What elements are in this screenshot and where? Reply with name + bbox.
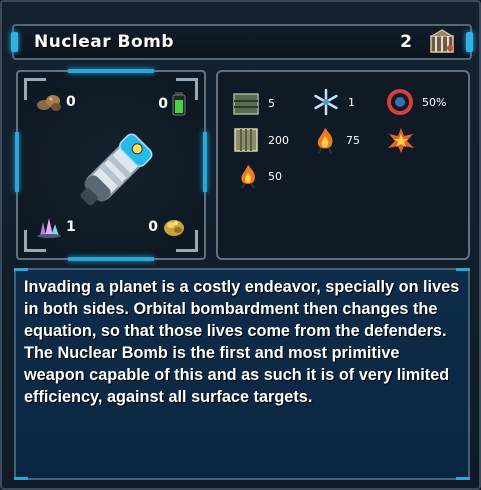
stats-panel: 5 1 50% 200 75 50 bbox=[216, 70, 470, 260]
item-description-text: Invading a planet is a costly endeavor, … bbox=[24, 278, 460, 406]
title-bar: Nuclear Bomb 2 bbox=[11, 24, 473, 60]
resource-gold: 0 bbox=[148, 216, 186, 238]
stat-capacity-value: 200 bbox=[268, 133, 289, 147]
resource-gold-value: 0 bbox=[148, 219, 158, 235]
resource-energy-value: 0 bbox=[158, 96, 168, 112]
desc-corner-tr bbox=[456, 268, 470, 271]
stat-cold: 1 bbox=[312, 88, 355, 116]
desc-corner-br bbox=[456, 477, 470, 480]
fire-creature-small-icon bbox=[241, 164, 255, 189]
stat-fire-damage: 75 bbox=[312, 126, 360, 154]
panel-rail-top bbox=[68, 69, 154, 73]
gold-ore-icon bbox=[164, 220, 184, 236]
explosion-icon bbox=[388, 128, 414, 153]
stat-fire-minor-value: 50 bbox=[268, 169, 282, 183]
resource-crystal-value: 1 bbox=[66, 219, 76, 235]
stat-armor-value: 5 bbox=[268, 96, 275, 110]
stat-armor: 5 bbox=[232, 90, 275, 116]
item-description-panel: Invading a planet is a costly endeavor, … bbox=[14, 268, 470, 480]
resource-crystal: 1 bbox=[36, 216, 76, 238]
panel-rail-right bbox=[203, 132, 207, 192]
energy-cell-icon bbox=[172, 92, 186, 116]
item-count: 2 bbox=[400, 32, 412, 52]
crystal-icon bbox=[37, 218, 61, 238]
item-title: Nuclear Bomb bbox=[34, 32, 175, 52]
red-ring-icon bbox=[387, 89, 413, 115]
stat-fire-damage-value: 75 bbox=[346, 133, 360, 147]
cage-icon bbox=[430, 29, 454, 53]
item-preview-panel: 0 0 1 0 bbox=[15, 69, 207, 261]
stat-fire-minor: 50 bbox=[236, 162, 282, 190]
item-info-window: Nuclear Bomb 2 0 0 1 0 5 1 50% 200 75 50… bbox=[0, 0, 481, 490]
stat-explosion bbox=[386, 126, 424, 154]
panel-rail-left bbox=[15, 132, 19, 192]
stat-capacity: 200 bbox=[232, 126, 289, 154]
stat-cold-value: 1 bbox=[348, 95, 355, 109]
snowflake-icon bbox=[314, 88, 338, 116]
stat-chance: 50% bbox=[386, 88, 446, 116]
ore-rocks-icon bbox=[37, 95, 61, 111]
title-bar-right-cap bbox=[466, 32, 473, 52]
stat-chance-value: 50% bbox=[422, 95, 447, 109]
panel-rail-bottom bbox=[68, 257, 154, 261]
resource-energy: 0 bbox=[158, 92, 186, 116]
resource-ore-value: 0 bbox=[66, 94, 76, 110]
resource-ore: 0 bbox=[36, 92, 76, 112]
nuclear-bomb-image bbox=[80, 133, 153, 206]
fire-creature-icon bbox=[317, 128, 333, 154]
desc-corner-tl bbox=[14, 268, 28, 271]
cargo-container-icon bbox=[234, 128, 258, 152]
desc-corner-bl bbox=[14, 477, 28, 480]
armor-crate-icon bbox=[233, 93, 259, 115]
title-bar-left-cap bbox=[11, 32, 18, 52]
